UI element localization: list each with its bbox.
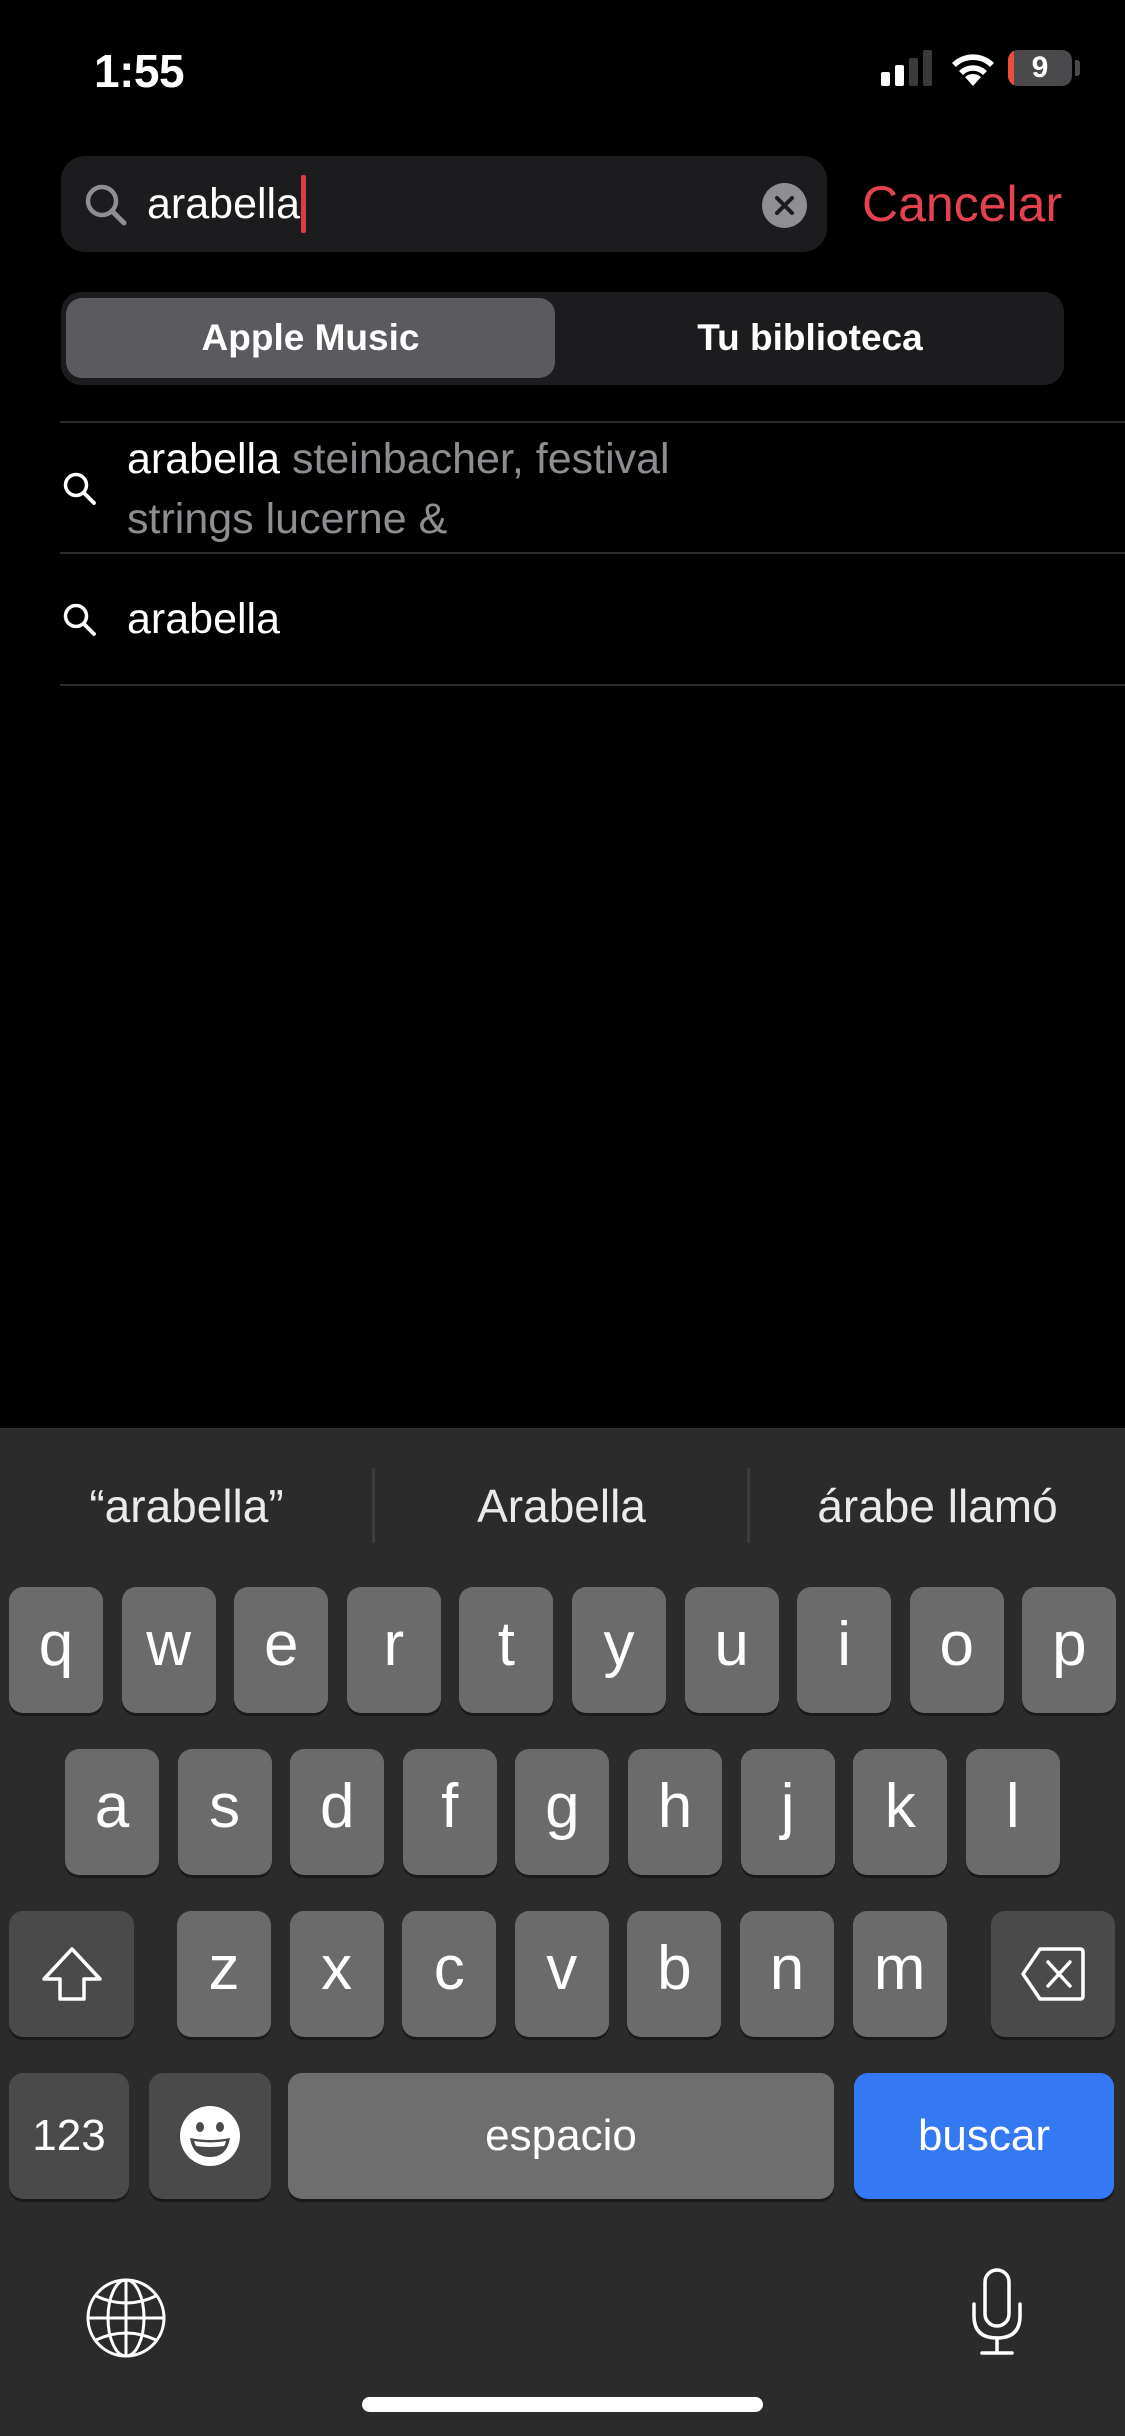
globe-icon[interactable] xyxy=(86,2278,166,2358)
battery-percent: 9 xyxy=(1031,51,1049,84)
backspace-icon xyxy=(1021,1947,1085,2001)
suggestion-text: arabella xyxy=(127,589,280,649)
emoji-icon xyxy=(180,2106,240,2166)
emoji-key[interactable] xyxy=(149,2073,271,2199)
key-s[interactable]: s xyxy=(177,1749,272,1875)
cellular-signal-icon xyxy=(881,50,933,86)
cancel-button[interactable]: Cancelar xyxy=(862,156,1062,252)
key-g[interactable]: g xyxy=(515,1749,610,1875)
shift-icon xyxy=(41,1947,102,2001)
key-r[interactable]: r xyxy=(346,1587,441,1713)
prediction-1[interactable]: “arabella” xyxy=(0,1431,373,1581)
search-icon xyxy=(85,184,127,226)
battery-tip xyxy=(1075,60,1080,76)
key-b[interactable]: b xyxy=(627,1911,722,2037)
search-input[interactable]: arabella xyxy=(147,156,306,252)
key-i[interactable]: i xyxy=(797,1587,892,1713)
key-x[interactable]: x xyxy=(289,1911,384,2037)
key-j[interactable]: j xyxy=(740,1749,835,1875)
search-icon xyxy=(63,472,96,505)
search-icon xyxy=(63,603,96,636)
key-f[interactable]: f xyxy=(402,1749,497,1875)
key-k[interactable]: k xyxy=(853,1749,948,1875)
space-key[interactable]: espacio xyxy=(288,2073,834,2199)
delete-key[interactable] xyxy=(991,1911,1115,2037)
clear-circle-icon xyxy=(775,196,794,215)
key-m[interactable]: m xyxy=(852,1911,947,2037)
suggestion-match: arabella xyxy=(127,435,280,483)
key-z[interactable]: z xyxy=(177,1911,271,2037)
keyboard: “arabella” Arabella árabe llamó qwertyui… xyxy=(0,1428,1125,2436)
status-time: 1:55 xyxy=(94,45,185,97)
text-cursor xyxy=(301,174,306,233)
shift-key[interactable] xyxy=(9,1911,134,2037)
search-field[interactable]: arabella xyxy=(61,156,827,252)
suggestion-rest-line2: strings lucerne & xyxy=(127,495,448,543)
tab-tu-biblioteca[interactable]: Tu biblioteca xyxy=(561,298,1059,378)
key-o[interactable]: o xyxy=(909,1587,1004,1713)
clear-search-button[interactable] xyxy=(762,183,807,228)
key-e[interactable]: e xyxy=(234,1587,329,1713)
key-t[interactable]: t xyxy=(459,1587,554,1713)
key-w[interactable]: w xyxy=(121,1587,216,1713)
key-a[interactable]: a xyxy=(65,1749,159,1875)
search-input-value: arabella xyxy=(147,180,300,228)
numbers-key[interactable]: 123 xyxy=(9,2073,129,2199)
key-h[interactable]: h xyxy=(628,1749,722,1875)
wifi-icon xyxy=(950,46,996,86)
suggestion-text: arabella steinbacher, festival strings l… xyxy=(127,429,670,549)
key-n[interactable]: n xyxy=(740,1911,834,2037)
key-d[interactable]: d xyxy=(290,1749,385,1875)
key-c[interactable]: c xyxy=(402,1911,497,2037)
key-u[interactable]: u xyxy=(684,1587,779,1713)
search-scope-control: Apple Music Tu biblioteca xyxy=(61,292,1064,385)
suggestion-item[interactable]: arabella xyxy=(60,554,1125,684)
tab-apple-music[interactable]: Apple Music xyxy=(66,298,555,378)
prediction-2[interactable]: Arabella xyxy=(375,1431,748,1581)
suggestion-rest: steinbacher, festival xyxy=(280,435,670,483)
suggestion-item[interactable]: arabella steinbacher, festival strings l… xyxy=(60,423,1125,553)
search-return-key[interactable]: buscar xyxy=(854,2073,1114,2199)
key-p[interactable]: p xyxy=(1022,1587,1117,1713)
key-l[interactable]: l xyxy=(965,1749,1060,1875)
divider xyxy=(60,684,1125,686)
home-indicator xyxy=(362,2397,763,2412)
microphone-icon[interactable] xyxy=(970,2268,1024,2356)
battery-icon: 9 xyxy=(1008,50,1072,86)
key-y[interactable]: y xyxy=(572,1587,666,1713)
prediction-3[interactable]: árabe llamó xyxy=(750,1431,1125,1581)
suggestion-match: arabella xyxy=(127,595,280,643)
key-v[interactable]: v xyxy=(514,1911,609,2037)
key-q[interactable]: q xyxy=(9,1587,103,1713)
